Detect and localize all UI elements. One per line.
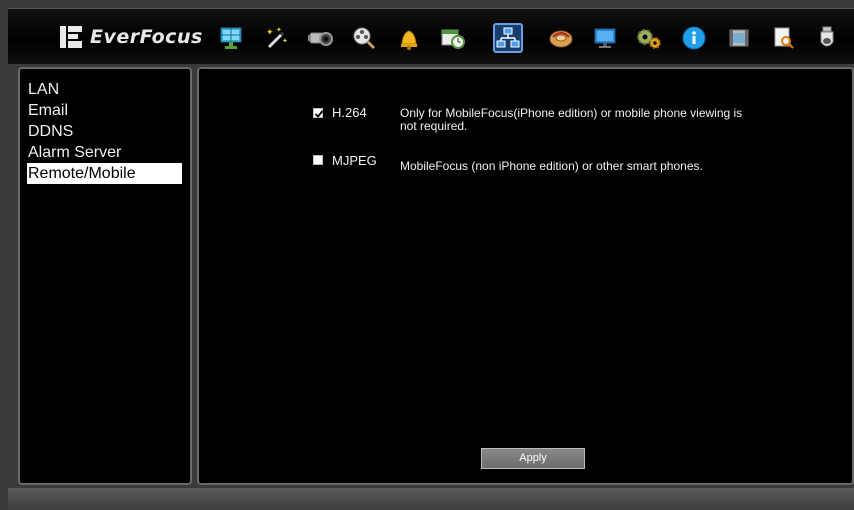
top-toolbar: EverFocus ✦ ✦ ✦ [8, 8, 854, 64]
h264-checkbox[interactable] [313, 108, 324, 118]
h264-description: Only for MobileFocus(iPhone edition) or … [400, 106, 743, 133]
settings-gears-icon[interactable] [634, 23, 664, 53]
magic-wand-icon[interactable]: ✦ ✦ ✦ [261, 23, 291, 53]
film-reel-search-icon[interactable] [349, 23, 379, 53]
brand-name: EverFocus [90, 26, 203, 48]
bottom-bar [8, 488, 854, 510]
alarm-bell-icon[interactable] [394, 23, 424, 53]
camera-icon[interactable] [305, 23, 335, 53]
display-icon[interactable] [216, 23, 246, 53]
apply-button[interactable]: Apply [481, 448, 585, 469]
disk-icon[interactable] [546, 23, 576, 53]
svg-text:✦: ✦ [266, 28, 274, 38]
network-icon[interactable] [493, 23, 523, 53]
h264-label: H.264 [332, 105, 367, 120]
remote-mobile-panel: H.264 Only for MobileFocus(iPhone editio… [197, 67, 854, 485]
sidebar-item-alarm-server[interactable]: Alarm Server [27, 142, 182, 163]
search-log-icon[interactable] [769, 23, 799, 53]
mjpeg-label: MJPEG [332, 153, 377, 168]
monitor-icon[interactable] [590, 23, 620, 53]
info-icon[interactable] [679, 23, 709, 53]
sidebar-item-email[interactable]: Email [27, 100, 182, 121]
schedule-icon[interactable] [438, 23, 468, 53]
svg-text:✦: ✦ [282, 37, 288, 45]
svg-text:✦: ✦ [276, 26, 282, 34]
mjpeg-checkbox[interactable] [313, 155, 323, 165]
mjpeg-description: MobileFocus (non iPhone edition) or othe… [400, 159, 703, 173]
settings-sidebar: LAN Email DDNS Alarm Server Remote/Mobil… [18, 67, 192, 485]
everfocus-logo-icon [60, 26, 82, 48]
sidebar-item-remote-mobile[interactable]: Remote/Mobile [27, 163, 182, 184]
brand-logo: EverFocus [60, 25, 203, 49]
video-clip-icon[interactable] [724, 23, 754, 53]
ptz-dome-icon[interactable] [812, 23, 842, 53]
sidebar-item-lan[interactable]: LAN [27, 79, 182, 100]
sidebar-item-ddns[interactable]: DDNS [27, 121, 182, 142]
